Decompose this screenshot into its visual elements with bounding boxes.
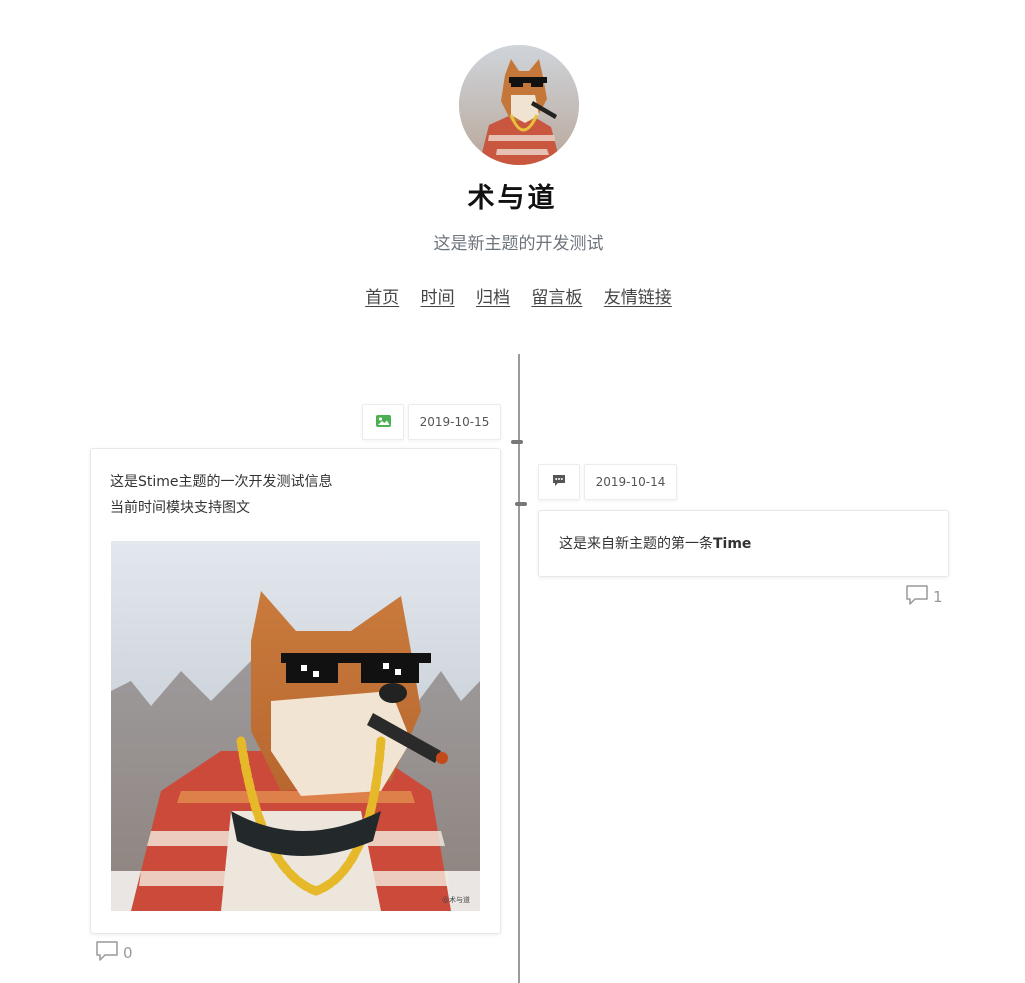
post-text-line: 这是Stime主题的一次开发测试信息	[110, 474, 333, 490]
post-text: 这是Stime主题的一次开发测试信息 当前时间模块支持图文	[110, 469, 480, 521]
post-text-prefix: 这是来自新主题的第一条	[559, 536, 713, 552]
post-image[interactable]: @术与道	[111, 541, 480, 911]
timeline-marker	[511, 440, 523, 444]
post-card: 这是来自新主题的第一条Time	[538, 510, 949, 577]
site-subtitle: 这是新主题的开发测试	[433, 234, 604, 254]
post-date: 2019-10-15	[419, 415, 490, 429]
comment-button[interactable]: 0	[95, 940, 133, 966]
timeline-line	[518, 354, 520, 983]
nav-home-link[interactable]: 首页	[365, 288, 399, 308]
nav-guestbook-link[interactable]: 留言板	[531, 288, 582, 308]
post-type-badge	[538, 464, 580, 500]
nav-friend-links-link[interactable]: 友情链接	[604, 288, 672, 308]
post-date-badge: 2019-10-15	[408, 404, 501, 440]
image-icon	[375, 414, 391, 430]
comment-icon	[905, 584, 929, 610]
post-card: 这是Stime主题的一次开发测试信息 当前时间模块支持图文 @术与道	[90, 448, 501, 934]
comment-count: 1	[933, 588, 943, 606]
main-nav: 首页 时间 归档 留言板 友情链接	[0, 283, 1025, 308]
message-icon	[552, 474, 566, 490]
comment-button[interactable]: 1	[905, 584, 943, 610]
avatar[interactable]	[459, 45, 579, 165]
post-text-line: 当前时间模块支持图文	[110, 500, 250, 516]
post-type-badge	[362, 404, 404, 440]
post-text-bold: Time	[713, 536, 752, 552]
post-date: 2019-10-14	[595, 475, 666, 489]
comment-icon	[95, 940, 119, 966]
image-watermark: @术与道	[442, 896, 470, 904]
comment-count: 0	[123, 944, 133, 962]
post-text: 这是来自新主题的第一条Time	[559, 531, 929, 557]
site-title: 术与道	[467, 183, 558, 214]
nav-time-link[interactable]: 时间	[421, 288, 455, 308]
nav-archive-link[interactable]: 归档	[476, 288, 510, 308]
timeline-marker	[515, 502, 527, 506]
post-date-badge: 2019-10-14	[584, 464, 677, 500]
